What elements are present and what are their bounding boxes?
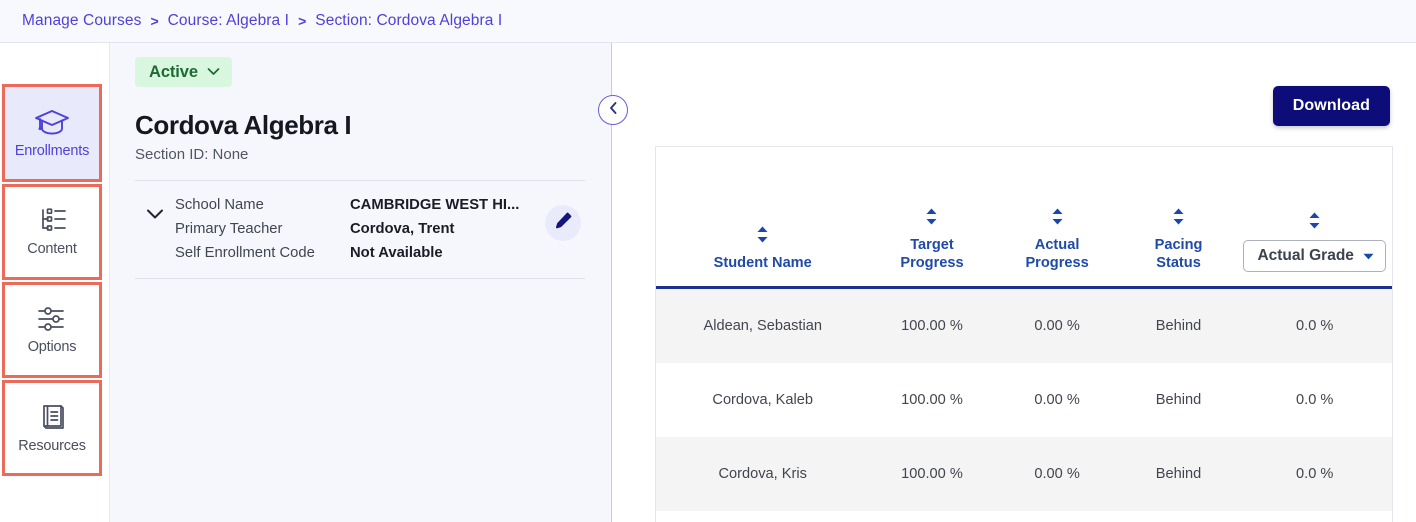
- cell-student-name: Cordova, Kaleb: [656, 363, 870, 437]
- cell-target-progress: 100.00 %: [869, 437, 995, 511]
- annotation-box-resources: Resources: [2, 380, 102, 476]
- page-title: Cordova Algebra I: [135, 110, 352, 141]
- cell-actual-progress: 0.00 %: [994, 287, 1120, 363]
- cell-target-progress: 100.00 %: [869, 363, 995, 437]
- column-header-actual-progress[interactable]: Actual Progress: [994, 147, 1120, 289]
- sort-updown-icon[interactable]: [1172, 208, 1185, 230]
- sidebar: Enrollments Content Options Resources: [0, 43, 110, 522]
- annotation-box-options: Options: [2, 282, 102, 378]
- annotation-box-content: Content: [2, 184, 102, 280]
- cell-pacing-status: Behind: [1119, 437, 1238, 511]
- status-badge[interactable]: Active: [135, 57, 232, 87]
- annotation-box-enrollments: Enrollments: [2, 84, 102, 182]
- course-section-page: Manage Courses > Course: Algebra I > Sec…: [0, 0, 1416, 522]
- section-info-card: School Name CAMBRIDGE WEST HI... Primary…: [135, 180, 585, 279]
- section-id-text: Section ID: None: [135, 146, 249, 163]
- cell-student-name: Aldean, Sebastian: [656, 287, 870, 363]
- sort-updown-icon[interactable]: [1308, 212, 1321, 234]
- cell-target-progress: 100.00 %: [869, 287, 995, 363]
- enrollments-table: Student Name Target Progress Actual Prog…: [656, 147, 1392, 522]
- info-row: Primary Teacher Cordova, Trent: [175, 217, 545, 241]
- table-header-row: Student Name Target Progress Actual Prog…: [656, 147, 1392, 289]
- info-value: Not Available: [350, 245, 443, 261]
- sidebar-item-options[interactable]: Options: [5, 285, 99, 375]
- info-key: School Name: [175, 197, 264, 213]
- breadcrumb-item-section[interactable]: Section: Cordova Algebra I: [315, 12, 502, 30]
- info-value: Cordova, Trent: [350, 221, 455, 237]
- chevron-down-icon: [207, 63, 220, 81]
- breadcrumb-separator: >: [298, 13, 307, 29]
- sidebar-item-resources[interactable]: Resources: [5, 383, 99, 473]
- breadcrumb: Manage Courses > Course: Algebra I > Sec…: [0, 0, 1416, 43]
- sidebar-item-label: Content: [27, 241, 77, 258]
- book-icon: [37, 402, 67, 437]
- section-info-rows: School Name CAMBRIDGE WEST HI... Primary…: [175, 193, 545, 265]
- cell-actual-progress: 0.00 %: [994, 363, 1120, 437]
- sidebar-item-label: Options: [27, 339, 77, 356]
- sidebar-item-label: Resources: [18, 438, 86, 455]
- column-header-label: Student Name: [713, 255, 812, 271]
- graduation-cap-icon: [32, 107, 72, 142]
- cell-student-name: Cordova, Kris: [656, 437, 870, 511]
- grade-type-select[interactable]: Actual Grade: [1243, 240, 1386, 272]
- grade-type-select-label: Actual Grade: [1257, 247, 1354, 264]
- column-header-label: Pacing Status: [1154, 237, 1203, 271]
- cell-actual-grade: 0.0 %: [1237, 363, 1392, 437]
- enrollments-table-card: Student Name Target Progress Actual Prog…: [655, 146, 1393, 522]
- breadcrumb-separator: >: [150, 13, 159, 29]
- table-row-filler: [656, 511, 1392, 522]
- expand-collapse-toggle[interactable]: [135, 193, 175, 225]
- info-value: CAMBRIDGE WEST HI...: [350, 197, 520, 213]
- cell-pacing-status: Behind: [1119, 363, 1238, 437]
- status-badge-label: Active: [149, 62, 198, 81]
- sidebar-item-content[interactable]: Content: [5, 187, 99, 277]
- section-detail-panel: Active Cordova Algebra I Section ID: Non…: [110, 43, 612, 522]
- table-row[interactable]: Aldean, Sebastian 100.00 % 0.00 % Behind…: [656, 287, 1392, 363]
- sort-updown-icon[interactable]: [925, 208, 938, 230]
- enrollments-panel: Download Student Name Target Progress Ac…: [613, 43, 1416, 522]
- cell-actual-grade: 0.0 %: [1237, 437, 1392, 511]
- column-header-pacing-status[interactable]: Pacing Status: [1119, 147, 1238, 289]
- content-tree-icon: [35, 207, 69, 240]
- collapse-panel-toggle[interactable]: [598, 95, 628, 125]
- breadcrumb-item-manage-courses[interactable]: Manage Courses: [22, 12, 141, 30]
- table-header: Student Name Target Progress Actual Prog…: [656, 147, 1392, 289]
- sort-updown-icon[interactable]: [756, 226, 769, 248]
- pencil-icon: [554, 211, 573, 235]
- sort-updown-icon[interactable]: [1051, 208, 1064, 230]
- cell-pacing-status: Behind: [1119, 287, 1238, 363]
- column-header-actual-grade[interactable]: Actual Grade: [1237, 147, 1392, 289]
- download-button[interactable]: Download: [1272, 86, 1390, 126]
- sliders-icon: [35, 305, 69, 338]
- edit-section-button[interactable]: [545, 205, 581, 241]
- column-header-student-name[interactable]: Student Name: [656, 147, 870, 289]
- table-body: Aldean, Sebastian 100.00 % 0.00 % Behind…: [656, 287, 1392, 522]
- column-header-target-progress[interactable]: Target Progress: [869, 147, 995, 289]
- column-header-label: Actual Progress: [1025, 237, 1089, 271]
- info-row: School Name CAMBRIDGE WEST HI...: [175, 193, 545, 217]
- table-row[interactable]: Cordova, Kris 100.00 % 0.00 % Behind 0.0…: [656, 437, 1392, 511]
- caret-down-icon: [1363, 247, 1374, 265]
- sidebar-item-label: Enrollments: [14, 143, 90, 160]
- column-header-label: Target Progress: [900, 237, 964, 271]
- chevron-down-icon: [146, 207, 164, 225]
- info-row: Self Enrollment Code Not Available: [175, 241, 545, 265]
- sidebar-item-enrollments[interactable]: Enrollments: [5, 87, 99, 179]
- table-row[interactable]: Cordova, Kaleb 100.00 % 0.00 % Behind 0.…: [656, 363, 1392, 437]
- cell-actual-progress: 0.00 %: [994, 437, 1120, 511]
- breadcrumb-item-course[interactable]: Course: Algebra I: [168, 12, 289, 30]
- info-key: Self Enrollment Code: [175, 245, 315, 261]
- cell-actual-grade: 0.0 %: [1237, 287, 1392, 363]
- chevron-left-icon: [608, 101, 619, 120]
- body-area: Enrollments Content Options Resources Ac…: [0, 43, 1416, 522]
- info-key: Primary Teacher: [175, 221, 283, 237]
